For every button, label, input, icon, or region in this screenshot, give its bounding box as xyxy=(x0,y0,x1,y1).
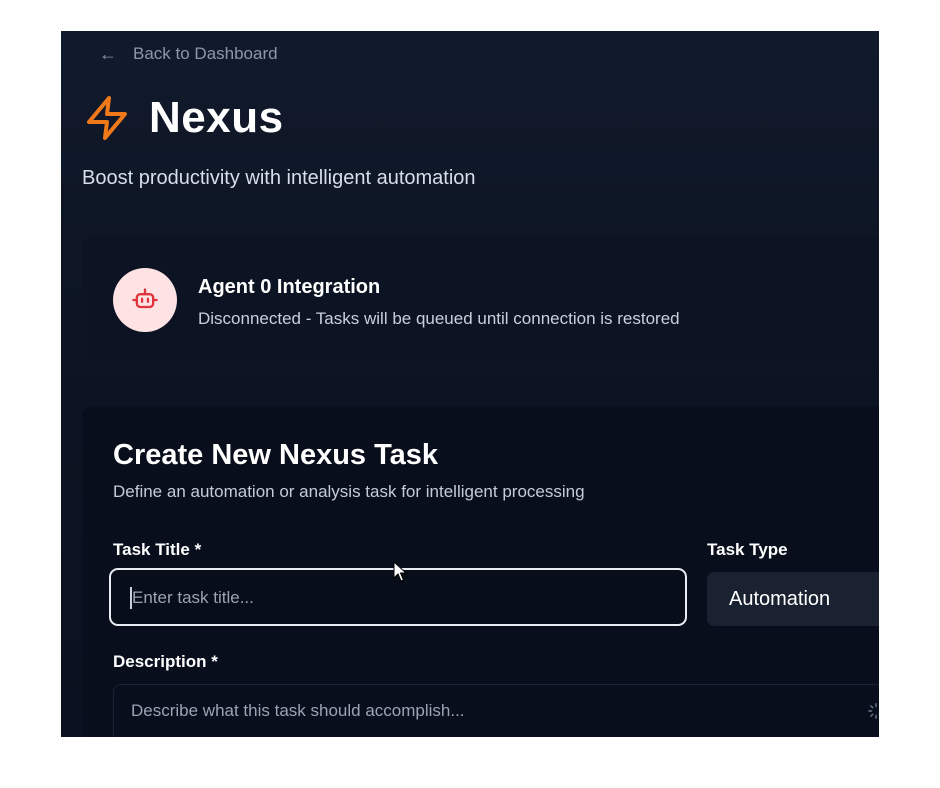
brand-title: Nexus xyxy=(149,93,284,142)
agent-integration-card: Agent 0 Integration Disconnected - Tasks… xyxy=(82,236,879,362)
agent-status: Disconnected - Tasks will be queued unti… xyxy=(198,309,680,328)
loading-spinner-icon xyxy=(868,703,879,719)
tagline: Boost productivity with intelligent auto… xyxy=(82,167,476,189)
mouse-pointer-icon xyxy=(393,561,408,582)
description-label: Description * xyxy=(113,652,218,671)
description-placeholder: Describe what this task should accomplis… xyxy=(131,701,465,720)
task-type-value: Automation xyxy=(729,588,831,610)
robot-icon xyxy=(113,268,177,332)
task-type-label: Task Type xyxy=(707,540,788,559)
description-textarea[interactable]: Describe what this task should accomplis… xyxy=(113,684,879,737)
app-window: ← Back to Dashboard Nexus Boost producti… xyxy=(61,31,879,737)
task-title-placeholder: Enter task title... xyxy=(132,588,254,607)
lightning-bolt-icon xyxy=(87,96,127,140)
back-to-dashboard-link[interactable]: ← Back to Dashboard xyxy=(97,43,278,65)
arrow-left-icon: ← xyxy=(99,43,117,64)
agent-title: Agent 0 Integration xyxy=(198,276,381,298)
form-subtitle: Define an automation or analysis task fo… xyxy=(113,482,585,501)
task-title-label: Task Title * xyxy=(113,540,202,559)
brand-header: Nexus xyxy=(83,93,284,143)
form-title: Create New Nexus Task xyxy=(113,439,439,471)
create-task-card: Create New Nexus Task Define an automati… xyxy=(82,406,879,737)
task-type-select[interactable]: Automation xyxy=(707,572,879,626)
back-label: Back to Dashboard xyxy=(133,44,278,63)
